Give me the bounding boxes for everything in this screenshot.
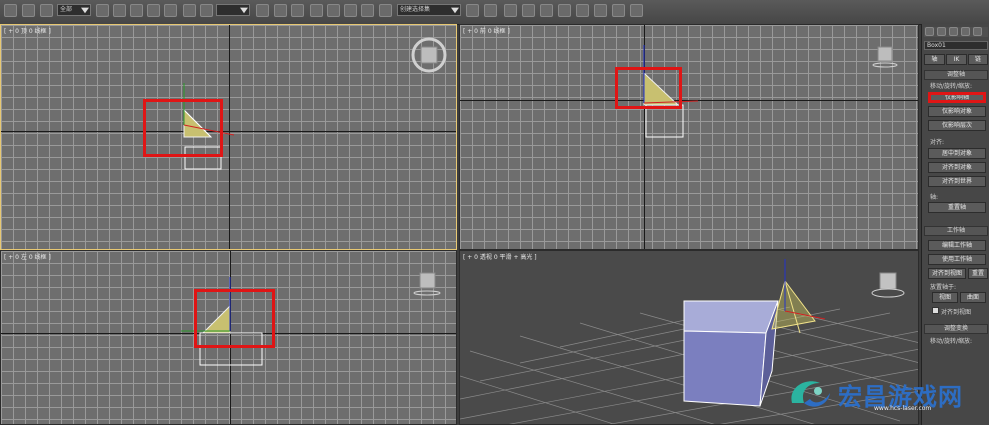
align-to-view-check-label: 对齐到视图: [941, 309, 972, 316]
create-tab-icon[interactable]: [925, 27, 934, 36]
rotate-icon[interactable]: [183, 4, 196, 17]
object-name-field[interactable]: Box01: [924, 41, 988, 50]
modify-tab-icon[interactable]: [937, 27, 946, 36]
curve-editor-icon[interactable]: [540, 4, 553, 17]
viewport-top[interactable]: [ + 0 顶 0 线框 ]: [0, 24, 457, 250]
viewport-front[interactable]: [ + 0 前 0 线框 ]: [459, 24, 919, 250]
affect-hierarchy-only-button[interactable]: 仅影响层次: [928, 120, 986, 131]
tab-link-info[interactable]: 链: [968, 54, 988, 65]
angle-snap-icon[interactable]: [327, 4, 340, 17]
viewcube-icon: [877, 46, 893, 62]
reset-pivot-button[interactable]: 重置轴: [928, 202, 986, 213]
center-to-object-button[interactable]: 居中到对象: [928, 148, 986, 159]
panel-tabs: [924, 27, 988, 37]
viewport-left[interactable]: [ + 0 左 0 线框 ]: [0, 250, 457, 425]
top-view-gizmo: [183, 37, 447, 170]
alignment-label: 对齐:: [930, 139, 945, 146]
place-on-view-button[interactable]: 视图: [932, 292, 958, 303]
rendered-frame-icon[interactable]: [612, 4, 625, 17]
pivot-center-icon[interactable]: [256, 4, 269, 17]
command-panel: Box01 轴 IK 链 调整轴 移动/旋转/缩放: 仅影响轴 仅影响对象 仅影…: [921, 24, 989, 425]
viewcube-icon: [420, 46, 438, 64]
use-working-pivot-button[interactable]: 使用工作轴: [928, 254, 986, 265]
move-rotate-scale-label: 移动/旋转/缩放:: [930, 83, 973, 90]
affect-pivot-only-button[interactable]: 仅影响轴: [928, 92, 986, 103]
spinner-snap-icon[interactable]: [361, 4, 374, 17]
percent-snap-icon[interactable]: [344, 4, 357, 17]
align-icon[interactable]: [484, 4, 497, 17]
viewcube-ring-icon: [413, 290, 441, 296]
viewcube-icon: [419, 272, 436, 289]
pyramid-object-persp: [771, 279, 816, 330]
box-top-face: [683, 300, 779, 334]
selection-filter-dropdown[interactable]: 全部: [57, 4, 91, 16]
select-object-icon[interactable]: [96, 4, 109, 17]
box-object-front: [645, 104, 684, 138]
affect-object-only-button[interactable]: 仅影响对象: [928, 106, 986, 117]
align-to-object-button[interactable]: 对齐到对象: [928, 162, 986, 173]
render-setup-icon[interactable]: [594, 4, 607, 17]
move-rotate-scale-label-2: 移动/旋转/缩放:: [930, 338, 973, 345]
viewcube-icon: [879, 272, 897, 290]
reset-working-pivot-button[interactable]: 重置: [968, 268, 988, 279]
named-selection-sets-dropdown[interactable]: 创建选择集: [397, 4, 461, 16]
selection-filter-value: 全部: [60, 6, 73, 13]
window-crossing-icon[interactable]: [147, 4, 160, 17]
edit-named-selection-icon[interactable]: [379, 4, 392, 17]
tab-pivot[interactable]: 轴: [924, 54, 945, 65]
front-view-gizmo: [643, 45, 898, 138]
bind-space-warp-icon[interactable]: [40, 4, 53, 17]
layer-manager-icon[interactable]: [504, 4, 517, 17]
edit-working-pivot-button[interactable]: 编辑工作轴: [928, 240, 986, 251]
hierarchy-tab-icon[interactable]: [949, 27, 958, 36]
rect-selection-icon[interactable]: [130, 4, 143, 17]
mirror-icon[interactable]: [466, 4, 479, 17]
site-watermark: 宏昌游戏网 www.hcs-laser.com: [784, 373, 979, 417]
schematic-view-icon[interactable]: [558, 4, 571, 17]
named-selection-value: 创建选择集: [400, 6, 431, 13]
chevron-down-icon: [81, 7, 89, 14]
align-to-world-button[interactable]: 对齐到世界: [928, 176, 986, 187]
material-editor-icon[interactable]: [576, 4, 589, 17]
adjust-transform-rollout[interactable]: 调整变换: [924, 324, 988, 334]
reference-coordinate-dropdown[interactable]: [216, 4, 250, 16]
viewcube-ring-icon: [871, 288, 905, 298]
render-teapot-icon[interactable]: [630, 4, 643, 17]
chevron-down-icon: [451, 7, 459, 14]
main-toolbar: 全部 创建选择集: [0, 0, 989, 25]
select-by-name-icon[interactable]: [113, 4, 126, 17]
select-link-icon[interactable]: [4, 4, 17, 17]
align-to-view-checkbox[interactable]: [932, 307, 939, 314]
place-pivot-label: 放置轴于:: [930, 284, 957, 291]
highlight-frame: [194, 289, 275, 348]
motion-tab-icon[interactable]: [961, 27, 970, 36]
select-manipulate-icon[interactable]: [274, 4, 287, 17]
box-front-face: [683, 330, 767, 407]
tab-ik[interactable]: IK: [946, 54, 967, 65]
scale-icon[interactable]: [200, 4, 213, 17]
working-pivot-rollout[interactable]: 工作轴: [924, 226, 988, 236]
place-on-surface-button[interactable]: 曲面: [960, 292, 986, 303]
move-icon[interactable]: [164, 4, 177, 17]
align-to-view-button[interactable]: 对齐到视图: [928, 268, 966, 279]
adjust-pivot-rollout[interactable]: 调整轴: [924, 70, 988, 80]
brand-url: www.hcs-laser.com: [874, 405, 932, 412]
highlight-frame: [615, 67, 682, 109]
display-tab-icon[interactable]: [973, 27, 982, 36]
highlight-frame: [143, 99, 223, 157]
chevron-down-icon: [240, 7, 248, 14]
keyboard-shortcut-icon[interactable]: [291, 4, 304, 17]
viewcube-ring-icon: [872, 62, 898, 68]
snap-toggle-icon[interactable]: [310, 4, 323, 17]
pivot-label: 轴:: [930, 194, 939, 201]
unlink-icon[interactable]: [22, 4, 35, 17]
brand-logo-icon: [791, 381, 830, 407]
graphite-tools-icon[interactable]: [522, 4, 535, 17]
